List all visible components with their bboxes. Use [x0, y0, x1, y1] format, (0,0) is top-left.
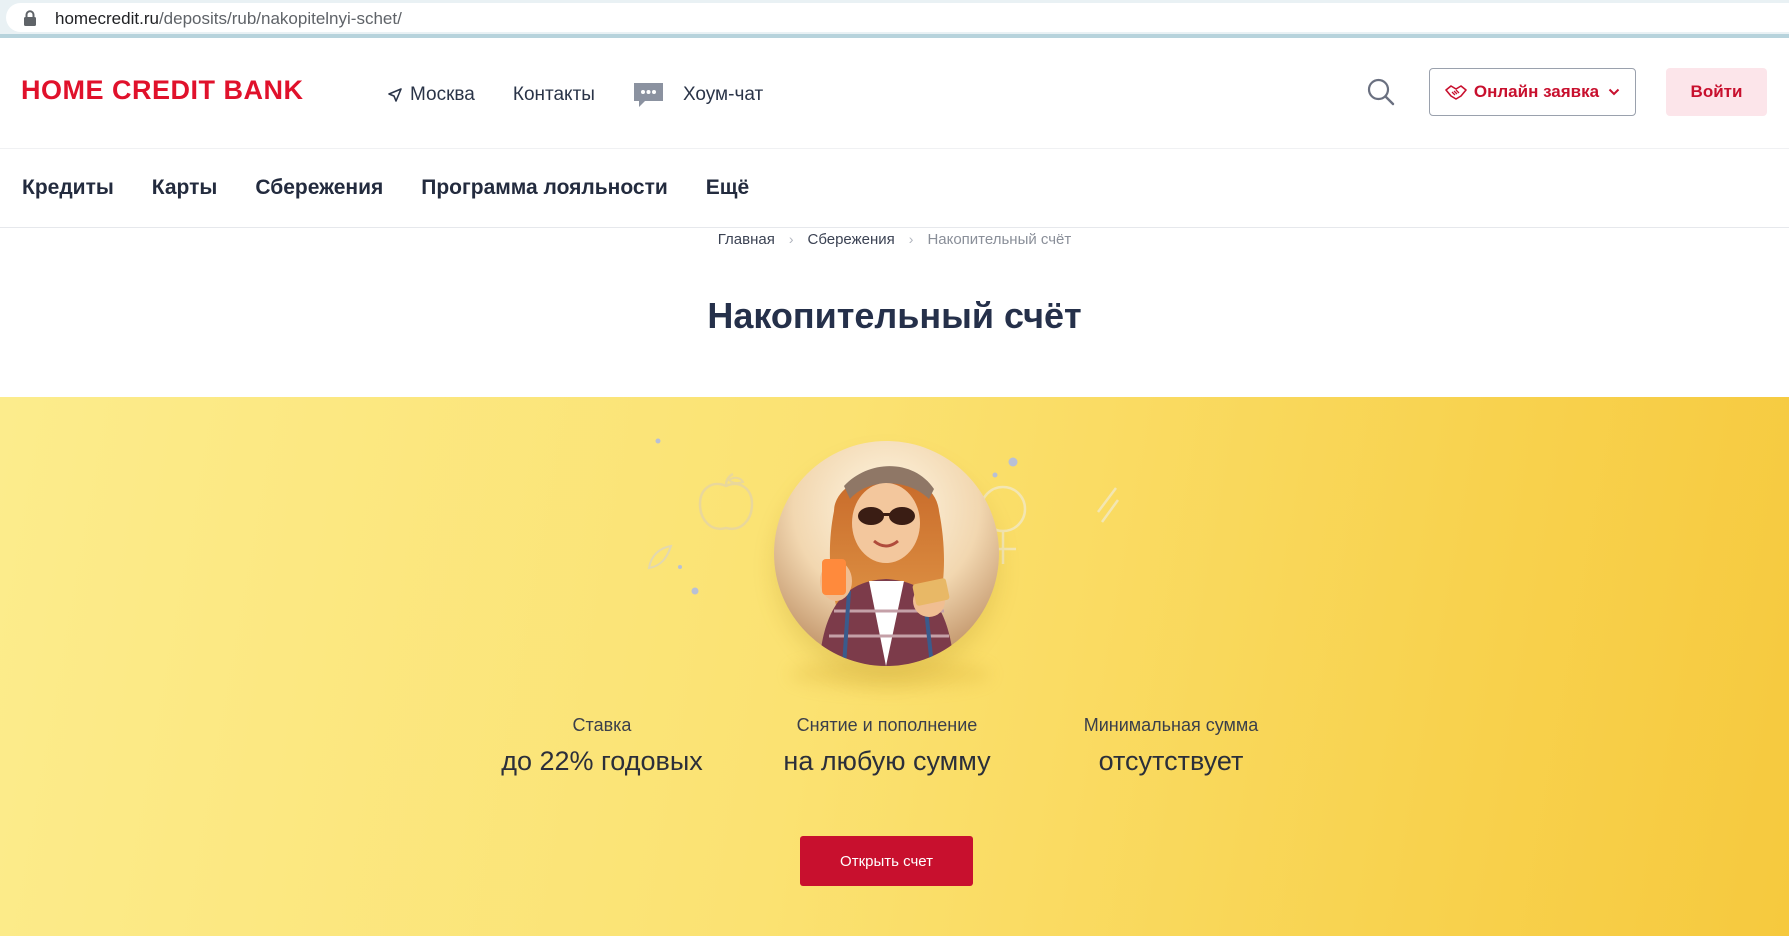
hero-banner: Ставка до 22% годовых Снятие и пополнени…	[0, 397, 1789, 936]
chat-label: Хоум-чат	[682, 84, 764, 105]
open-account-button[interactable]: Открыть счет	[800, 836, 973, 886]
chevron-right-icon: ›	[908, 231, 914, 247]
logo[interactable]: HOME CREDIT BANK	[21, 75, 304, 109]
sparkle-doodle-icon	[1097, 487, 1120, 523]
site-header: HOME CREDIT BANK Москва Контакты Хоум-ча…	[0, 38, 1789, 148]
url-text[interactable]: homecredit.ru/deposits/rub/nakopitelnyi-…	[55, 9, 402, 29]
woman-with-card-photo	[774, 441, 999, 666]
feature-withdrawal-label: Снятие и пополнение	[796, 715, 978, 735]
chat-bubble-icon	[633, 83, 663, 107]
search-button[interactable]	[1366, 77, 1396, 107]
feature-rate-label: Ставка	[572, 715, 632, 735]
handshake-icon	[1445, 85, 1467, 100]
lock-icon	[24, 10, 36, 26]
page-title: Накопительный счёт	[707, 295, 1082, 336]
chat-link[interactable]: Хоум-чат	[633, 81, 763, 109]
online-request-button[interactable]: Онлайн заявка	[1429, 68, 1636, 116]
browser-address-bar: homecredit.ru/deposits/rub/nakopitelnyi-…	[0, 0, 1789, 38]
feature-rate-value: до 22% годовых	[501, 746, 703, 776]
contacts-label: Контакты	[512, 84, 595, 105]
nav-item-more[interactable]: Ещё	[706, 176, 749, 200]
feature-withdrawal: Снятие и пополнение на любую сумму	[737, 715, 1037, 777]
search-icon	[1367, 78, 1395, 106]
online-request-label: Онлайн заявка	[1473, 82, 1600, 101]
url-field[interactable]: homecredit.ru/deposits/rub/nakopitelnyi-…	[6, 3, 1789, 32]
nav-item-cards[interactable]: Карты	[152, 176, 218, 200]
breadcrumb-savings[interactable]: Сбережения	[807, 231, 894, 248]
url-host: homecredit.ru	[55, 9, 159, 28]
location-arrow-icon	[388, 88, 402, 102]
url-path: /deposits/rub/nakopitelnyi-schet/	[158, 9, 402, 28]
contacts-link[interactable]: Контакты	[513, 84, 595, 106]
breadcrumb-current: Накопительный счёт	[927, 230, 1072, 248]
breadcrumb: Главная › Сбережения › Накопительный счё…	[0, 229, 1789, 249]
features-row: Ставка до 22% годовых Снятие и пополнени…	[0, 715, 1789, 795]
feature-rate: Ставка до 22% годовых	[452, 715, 752, 777]
city-selector[interactable]: Москва	[388, 84, 475, 106]
feature-withdrawal-value: на любую сумму	[783, 746, 991, 776]
feature-min-amount-value: отсутствует	[1098, 746, 1244, 776]
top-nav: Москва Контакты Хоум-чат	[388, 80, 801, 110]
city-label: Москва	[410, 84, 475, 105]
feature-min-amount: Минимальная сумма отсутствует	[1021, 715, 1321, 777]
nav-item-credits[interactable]: Кредиты	[22, 176, 114, 200]
nav-item-savings[interactable]: Сбережения	[255, 176, 383, 200]
main-nav: Кредиты Карты Сбережения Программа лояль…	[0, 148, 1789, 228]
breadcrumb-home[interactable]: Главная	[718, 231, 775, 248]
feature-min-amount-label: Минимальная сумма	[1083, 715, 1259, 735]
chevron-right-icon: ›	[788, 231, 794, 247]
login-button[interactable]: Войти	[1666, 68, 1767, 116]
nav-item-loyalty[interactable]: Программа лояльности	[421, 176, 668, 200]
chevron-down-icon	[1608, 88, 1620, 96]
